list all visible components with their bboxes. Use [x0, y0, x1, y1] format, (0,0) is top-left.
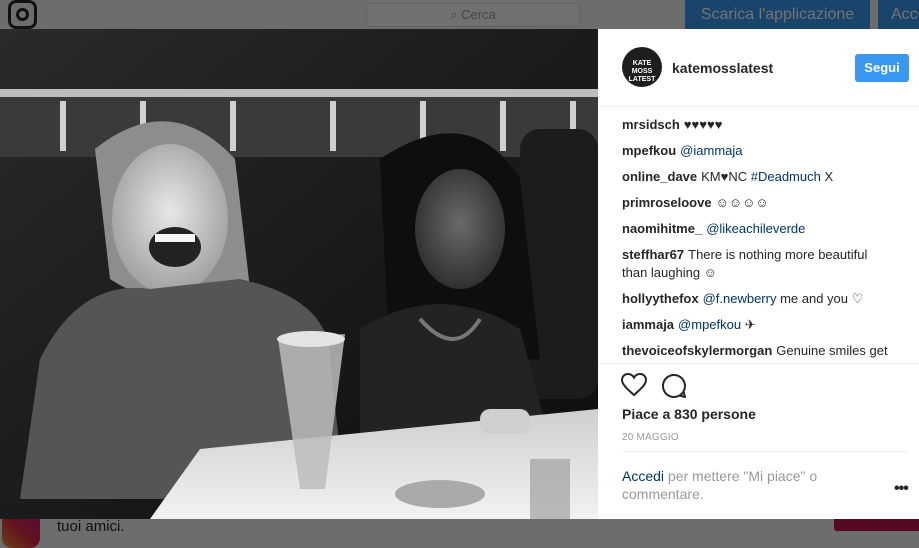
comment-text: X — [820, 169, 834, 184]
likes-count[interactable]: Piace a 830 persone — [622, 406, 756, 422]
access-button: Acce — [878, 0, 919, 29]
comment-username[interactable]: hollyythefox — [622, 291, 699, 306]
comment-item: steffhar67 There is nothing more beautifu… — [598, 246, 919, 282]
comment-item: thevoiceofskylermorgan Genuine smiles get… — [598, 342, 919, 363]
comment-text: me and you ♡ — [776, 291, 864, 306]
comment-username[interactable]: mpefkou — [622, 143, 676, 158]
comment-text: KM♥NC — [701, 169, 751, 184]
avatar[interactable]: KATE MOSS LATEST — [622, 47, 662, 87]
comment-mention-link[interactable]: @iammaja — [680, 143, 742, 158]
login-divider — [622, 451, 907, 452]
comment-username[interactable]: thevoiceofskylermorgan — [622, 343, 772, 358]
comment-username[interactable]: naomihitme_ — [622, 221, 702, 236]
comment-item: primroseloove ☺☺☺☺ — [598, 194, 919, 212]
comment-item: hollyythefox @f.newberry me and you ♡ — [598, 290, 919, 308]
photo-image — [0, 29, 598, 519]
comment-item: mpefkou @iammaja — [598, 142, 919, 160]
post-header: KATE MOSS LATEST katemosslatest Segui — [598, 29, 919, 107]
follow-button[interactable]: Segui — [855, 54, 909, 82]
footer-button — [834, 518, 919, 531]
comment-item: iammaja @mpefkou ✈ — [598, 316, 919, 334]
comment-list[interactable]: mrsidsch ♥♥♥♥♥ mpefkou @iammaja online_dave K… — [598, 116, 919, 363]
footer-text: tuoi amici. — [57, 518, 125, 535]
more-options-icon[interactable]: ••• — [894, 480, 909, 498]
comment-icon[interactable] — [661, 373, 687, 399]
post-username[interactable]: katemosslatest — [672, 60, 773, 76]
comment-mention-link[interactable]: @f.newberry — [703, 291, 777, 306]
login-prompt: Accedi per mettere "Mi piace" o commenta… — [622, 467, 872, 503]
login-link[interactable]: Accedi — [622, 468, 664, 484]
comment-item: naomihitme_ @likeachileverde — [598, 220, 919, 238]
post-date: 20 MAGGIO — [622, 432, 679, 443]
search-input: ⌕ Cerca — [366, 3, 580, 27]
comment-item: online_dave KM♥NC #Deadmuch X — [598, 168, 919, 186]
post-side-panel: KATE MOSS LATEST katemosslatest Segui mr… — [598, 29, 919, 519]
comment-mention-link[interactable]: #Deadmuch — [751, 169, 821, 184]
comment-text: ♥♥♥♥♥ — [683, 117, 723, 132]
instagram-logo-icon — [8, 0, 37, 29]
download-app-button: Scarica l'applicazione — [685, 0, 870, 29]
search-icon: ⌕ — [450, 7, 462, 22]
comment-username[interactable]: iammaja — [622, 317, 674, 332]
heart-icon[interactable] — [621, 373, 647, 397]
post-photo[interactable] — [0, 29, 598, 519]
comment-username[interactable]: mrsidsch — [622, 117, 680, 132]
comment-username[interactable]: primroseloove — [622, 195, 712, 210]
actions-divider — [598, 363, 919, 364]
background-footer: tuoi amici. — [0, 510, 919, 548]
comment-username[interactable]: steffhar67 — [622, 247, 684, 262]
comment-item: mrsidsch ♥♥♥♥♥ — [598, 116, 919, 134]
comment-mention-link[interactable]: @mpefkou — [678, 317, 741, 332]
comment-text: ✈ — [741, 317, 756, 332]
comment-text: ☺☺☺☺ — [715, 195, 769, 210]
comment-username[interactable]: online_dave — [622, 169, 697, 184]
comment-mention-link[interactable]: @likeachileverde — [706, 221, 805, 236]
